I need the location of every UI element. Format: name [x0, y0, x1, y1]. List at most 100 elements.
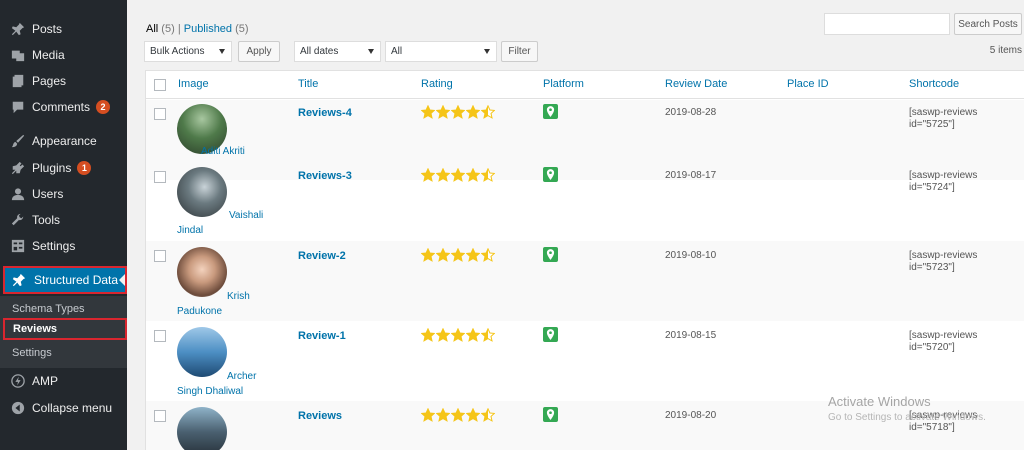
column-header-rating: Rating — [421, 78, 453, 90]
reviewer-name[interactable]: Aditi Akriti — [201, 144, 245, 159]
star-icon — [436, 328, 450, 342]
star-icon — [451, 408, 465, 422]
sidebar-item-users[interactable]: Users — [0, 181, 127, 207]
apply-button[interactable]: Apply — [238, 41, 280, 62]
review-date: 2019-08-28 — [665, 107, 717, 118]
sidebar-item-label: Structured Data — [34, 273, 119, 287]
google-maps-icon — [543, 104, 558, 119]
sidebar-item-label: Pages — [32, 74, 67, 88]
search-posts-button[interactable]: Search Posts — [954, 13, 1022, 35]
search-input[interactable] — [824, 13, 950, 35]
sidebar-item-comments[interactable]: Comments 2 — [0, 94, 127, 120]
google-maps-icon — [543, 167, 558, 182]
star-icon — [466, 328, 480, 342]
reviewer-name[interactable]: Krish — [227, 289, 250, 304]
sidebar-item-label: Settings — [32, 239, 76, 253]
star-icon — [436, 408, 450, 422]
media-icon — [10, 47, 26, 63]
filter-published-count: (5) — [235, 23, 249, 35]
star-icon — [451, 168, 465, 182]
sidebar-item-label: Comments — [32, 100, 91, 114]
row-checkbox[interactable] — [154, 410, 166, 422]
star-rating — [421, 105, 496, 119]
submenu-item-reviews[interactable]: Reviews — [3, 318, 127, 340]
amp-icon — [10, 373, 26, 389]
collapse-icon — [10, 400, 26, 416]
chevron-down-icon — [484, 49, 490, 54]
star-icon — [481, 248, 495, 262]
shortcode-line: [saswp-reviews — [909, 107, 978, 118]
chevron-down-icon — [368, 49, 374, 54]
column-header-title[interactable]: Title — [298, 78, 318, 90]
submenu-item-schema-types[interactable]: Schema Types — [12, 303, 85, 315]
collapse-menu-button[interactable]: Collapse menu — [0, 395, 127, 421]
sidebar-item-appearance[interactable]: Appearance — [0, 128, 127, 154]
review-title-link[interactable]: Reviews-3 — [298, 170, 352, 182]
dates-select[interactable]: All dates — [294, 41, 381, 62]
star-rating — [421, 248, 496, 262]
google-maps-icon — [543, 327, 558, 342]
sidebar-item-structured-data[interactable]: Structured Data — [3, 266, 127, 294]
row-checkbox[interactable] — [154, 330, 166, 342]
review-title-link[interactable]: Review-2 — [298, 250, 346, 262]
review-shortcode: [saswp-reviews id="5723"] — [909, 250, 1019, 274]
sidebar-item-settings[interactable]: Settings — [0, 233, 127, 259]
row-checkbox[interactable] — [154, 171, 166, 183]
category-select[interactable]: All — [385, 41, 497, 62]
star-icon — [436, 168, 450, 182]
review-date: 2019-08-20 — [665, 410, 717, 421]
sidebar-item-plugins[interactable]: Plugins 1 — [0, 155, 127, 181]
shortcode-line: id="5718"] — [909, 422, 955, 433]
chevron-down-icon — [219, 49, 225, 54]
reviewer-name[interactable]: Vaishali — [229, 208, 263, 223]
bulk-actions-select[interactable]: Bulk Actions — [144, 41, 232, 62]
pages-icon — [10, 73, 26, 89]
sidebar-item-tools[interactable]: Tools — [0, 207, 127, 233]
reviewer-avatar — [177, 247, 227, 297]
column-header-place-id: Place ID — [787, 78, 829, 90]
reviewer-name[interactable]: Padukone — [177, 304, 222, 319]
reviewer-name[interactable]: Jindal — [177, 223, 203, 238]
sidebar-item-media[interactable]: Media — [0, 42, 127, 68]
table-row: Archer Singh Dhaliwal Review-1 2019-08-1… — [146, 321, 1024, 401]
filter-all-count: (5) — [161, 23, 175, 35]
star-icon — [451, 328, 465, 342]
sidebar-item-label: Plugins — [32, 161, 72, 175]
brush-icon — [10, 133, 26, 149]
review-date: 2019-08-17 — [665, 170, 717, 181]
sidebar-item-amp[interactable]: AMP — [0, 368, 127, 394]
review-title-link[interactable]: Reviews-4 — [298, 107, 352, 119]
filter-button[interactable]: Filter — [501, 41, 538, 62]
active-menu-arrow — [119, 274, 125, 286]
reviewer-name[interactable]: Archer — [227, 369, 256, 384]
sidebar-item-posts[interactable]: Posts — [0, 16, 127, 42]
row-checkbox[interactable] — [154, 250, 166, 262]
review-title-link[interactable]: Review-1 — [298, 330, 346, 342]
comments-icon — [10, 99, 26, 115]
activate-windows-watermark: Activate Windows — [828, 394, 931, 409]
submenu-item-settings[interactable]: Settings — [12, 347, 52, 359]
select-all-checkbox[interactable] — [154, 79, 166, 91]
star-icon — [481, 105, 495, 119]
category-value: All — [391, 46, 403, 57]
filter-published-link[interactable]: Published — [184, 23, 232, 35]
pin-icon — [10, 21, 26, 37]
reviewer-name[interactable]: Singh Dhaliwal — [177, 384, 243, 399]
review-shortcode: [saswp-reviews id="5725"] — [909, 107, 1019, 131]
sidebar-item-pages[interactable]: Pages — [0, 68, 127, 94]
sidebar-item-label: Tools — [32, 213, 61, 227]
review-shortcode: [saswp-reviews id="5720"] — [909, 330, 1019, 354]
review-title-link[interactable]: Reviews — [298, 410, 342, 422]
row-checkbox[interactable] — [154, 108, 166, 120]
star-icon — [466, 168, 480, 182]
star-icon — [421, 168, 435, 182]
sidebar-item-label: Appearance — [32, 134, 97, 148]
reviewer-avatar — [177, 167, 227, 217]
filter-all-link[interactable]: All — [146, 23, 158, 35]
shortcode-line: id="5720"] — [909, 342, 955, 353]
shortcode-line: id="5724"] — [909, 182, 955, 193]
sidebar-item-label: Media — [32, 48, 65, 62]
plugins-update-badge: 1 — [77, 161, 92, 175]
column-header-image: Image — [178, 78, 209, 90]
review-shortcode: [saswp-reviews id="5724"] — [909, 170, 1019, 194]
